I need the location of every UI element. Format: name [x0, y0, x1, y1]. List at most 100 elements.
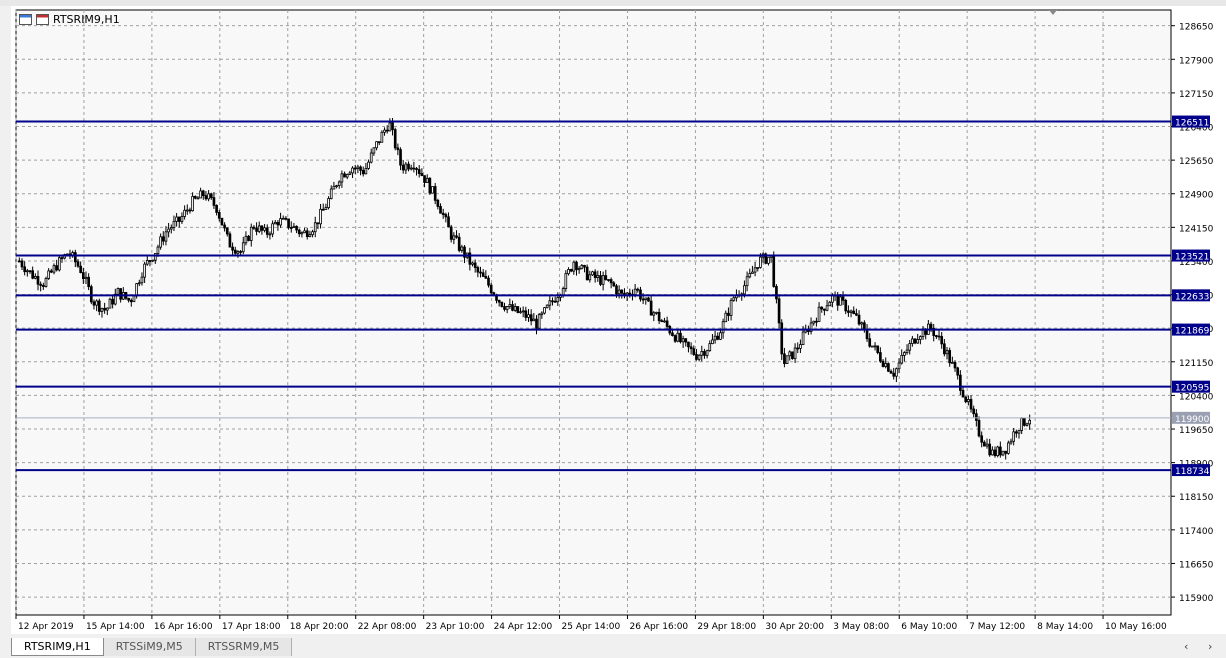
scroll-left-arrow-icon[interactable]: ‹ — [1184, 640, 1188, 653]
candle-body — [521, 310, 525, 313]
candle-body — [479, 271, 482, 274]
candle-body — [161, 236, 165, 242]
candle-body — [497, 299, 501, 303]
candle-body — [836, 294, 840, 306]
candle-body — [388, 122, 392, 132]
level-price-label: 123521 — [1175, 253, 1209, 263]
candle-body — [529, 314, 533, 322]
tab-rtsrim9-h1[interactable]: RTSRIM9,H1 — [11, 638, 104, 656]
candle-body — [937, 335, 941, 338]
candle-body — [108, 298, 112, 309]
candle-body — [393, 129, 397, 149]
candle-body — [943, 343, 946, 355]
candle-body — [793, 347, 797, 360]
time-axis-label: 16 Apr 16:00 — [154, 622, 213, 632]
candle-body — [359, 166, 362, 171]
candle-body — [753, 267, 757, 273]
candle-body — [503, 306, 506, 310]
price-tick-label: 127900 — [1179, 56, 1214, 66]
candle-body — [143, 263, 146, 278]
candle-body — [193, 196, 197, 199]
candle-body — [887, 363, 890, 372]
candle-body — [961, 389, 965, 398]
candle-body — [916, 339, 920, 344]
candle-body — [977, 420, 981, 437]
candle-body — [791, 351, 794, 360]
candle-body — [260, 225, 264, 231]
candle-body — [1012, 431, 1016, 442]
candle-body — [596, 275, 600, 278]
tab-rtssim9-m5[interactable]: RTSSiM9,M5 — [103, 638, 196, 656]
candle-body — [705, 350, 709, 356]
candle-body — [148, 260, 152, 262]
chart-window[interactable]: 1159001166501174001181501189001196501204… — [11, 6, 1226, 634]
candle-body — [948, 350, 952, 364]
candle-body — [343, 173, 346, 178]
candle-body — [972, 408, 976, 415]
candle-body — [575, 261, 578, 271]
time-axis-label: 26 Apr 16:00 — [629, 622, 688, 632]
candle-body — [391, 122, 394, 131]
candle-body — [41, 284, 45, 287]
candle-body — [377, 141, 381, 144]
candle-body — [135, 283, 138, 297]
candle-body — [708, 343, 712, 352]
candle-body — [951, 361, 954, 364]
candle-body — [743, 285, 746, 295]
candle-body — [519, 311, 522, 314]
candle-body — [852, 310, 856, 314]
candle-body — [73, 252, 77, 263]
candle-body — [215, 204, 218, 213]
candle-body — [703, 351, 706, 356]
candle-body — [236, 251, 240, 254]
candle-body — [700, 351, 704, 356]
candle-body — [289, 227, 293, 229]
candle-body — [287, 218, 290, 228]
time-axis-label: 10 May 16:00 — [1105, 622, 1167, 632]
candle-body — [279, 218, 282, 226]
candle-body — [913, 338, 917, 344]
candle-body — [759, 256, 762, 268]
candle-body — [89, 286, 93, 303]
candle-body — [415, 168, 418, 170]
candle-body — [103, 307, 106, 311]
candle-body — [39, 283, 42, 286]
candle-body — [535, 318, 538, 329]
price-tick-label: 124900 — [1179, 191, 1214, 201]
candle-body — [129, 299, 133, 303]
candle-body — [983, 441, 986, 447]
candle-body — [580, 264, 584, 269]
time-axis-label: 3 May 08:00 — [833, 622, 889, 632]
price-tick-label: 124150 — [1179, 224, 1214, 234]
candle-body — [777, 298, 781, 324]
scroll-right-arrow-icon[interactable]: › — [1208, 640, 1212, 653]
time-axis-label: 17 Apr 18:00 — [222, 622, 281, 632]
candle-body — [567, 269, 570, 275]
candle-body — [644, 297, 648, 300]
candle-body — [409, 167, 413, 170]
candle-body — [156, 246, 160, 254]
candle-body — [980, 435, 984, 443]
time-axis-label: 6 May 10:00 — [901, 622, 957, 632]
candle-body — [548, 300, 552, 306]
tab-rtssrm9-m5[interactable]: RTSSRM9,M5 — [195, 638, 293, 656]
candle-body — [116, 288, 120, 295]
candle-body — [751, 271, 754, 274]
candle-body — [724, 312, 728, 323]
candle-body — [268, 233, 272, 236]
price-tick-label: 125650 — [1179, 157, 1214, 167]
candle-body — [772, 255, 776, 287]
candle-body — [316, 222, 320, 225]
candle-body — [319, 208, 322, 225]
candle-body — [945, 350, 949, 355]
candle-body — [257, 225, 261, 232]
price-chart[interactable]: 1159001166501174001181501189001196501204… — [11, 6, 1226, 634]
candle-body — [273, 222, 277, 225]
candle-body — [231, 246, 234, 251]
chart-tabs: RTSRIM9,H1 RTSSiM9,M5 RTSSRM9,M5 — [11, 638, 293, 658]
candle-body — [892, 372, 896, 377]
candle-body — [820, 306, 824, 310]
candle-body — [87, 276, 90, 288]
candle-body — [881, 360, 885, 367]
candle-body — [551, 300, 554, 303]
